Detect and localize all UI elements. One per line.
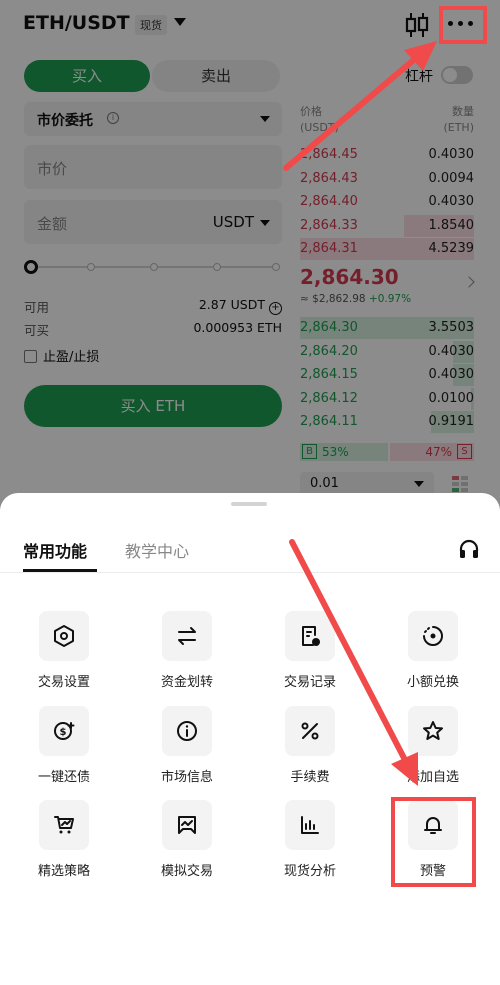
function-label: 精选策略 [37,864,90,879]
star-icon [423,721,443,740]
function-strategy-cart[interactable]: 精选策略 [14,800,114,890]
function-label: 小额兑换 [406,675,459,690]
function-label: 手续费 [290,770,330,785]
function-label: 模拟交易 [160,864,213,879]
function-star[interactable]: 添加自选 [383,706,483,796]
more-functions-sheet: 常用功能 教学中心 交易设置 资金划转 交易记录 小额兑换 $ 一键还债 市场信息 手续费 添加… [0,493,500,985]
function-tile[interactable] [162,706,212,756]
function-repay-debt[interactable]: $ 一键还债 [14,706,114,796]
function-info[interactable]: 市场信息 [137,706,237,796]
function-tile[interactable]: $ [39,706,89,756]
function-tile[interactable] [285,611,335,661]
transfer-arrows-icon [178,627,196,645]
function-small-exchange[interactable]: 小额兑换 [383,611,483,701]
strategy-cart-icon [54,816,74,834]
function-tile[interactable] [285,706,335,756]
function-tile[interactable] [285,800,335,850]
function-bar-chart[interactable]: 现货分析 [260,800,360,890]
highlight-more-options [439,6,487,44]
sheet-divider [0,572,500,573]
function-tile[interactable] [39,611,89,661]
function-tile[interactable] [162,611,212,661]
function-label: 添加自选 [406,770,459,785]
percent-icon [301,722,319,740]
function-trade-record[interactable]: 交易记录 [260,611,360,701]
function-transfer-arrows[interactable]: 资金划转 [137,611,237,701]
bar-chart-icon [301,816,319,834]
function-demo-trade[interactable]: 模拟交易 [137,800,237,890]
function-hexagon-settings[interactable]: 交易设置 [14,611,114,701]
tab-common-functions[interactable]: 常用功能 [23,538,87,562]
function-tile[interactable] [408,706,458,756]
hexagon-settings-icon [54,625,74,647]
function-label: 一键还债 [37,770,90,785]
headset-icon[interactable] [458,538,480,560]
small-exchange-icon [423,626,443,646]
drag-handle[interactable] [231,502,267,506]
tab-education-center[interactable]: 教学中心 [125,538,189,562]
function-label: 资金划转 [160,675,213,690]
info-icon [177,721,197,741]
function-tile[interactable] [39,800,89,850]
function-tile[interactable] [408,611,458,661]
svg-text:$: $ [60,727,67,738]
repay-debt-icon: $ [54,722,75,740]
function-percent[interactable]: 手续费 [260,706,360,796]
function-label: 交易设置 [37,675,90,690]
function-tile[interactable] [162,800,212,850]
demo-trade-icon [178,816,196,834]
trade-record-icon [302,626,320,646]
function-label: 市场信息 [160,770,213,785]
function-label: 现货分析 [283,864,336,879]
highlight-alert-function [391,797,476,887]
function-label: 交易记录 [283,675,336,690]
